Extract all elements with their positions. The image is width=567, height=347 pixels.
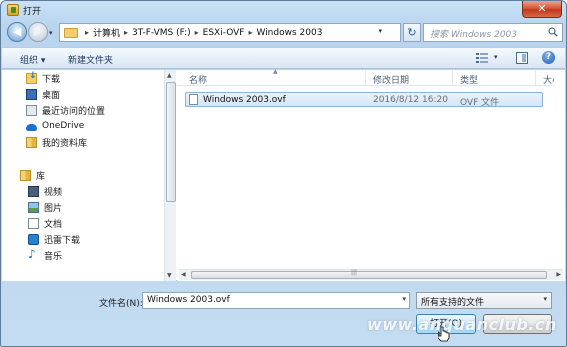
scrollbar-thumb[interactable] [191,271,547,279]
ovf-file-icon [189,94,198,105]
navigation-row: ◀ ▶ ▾ ▸ 计算机 ▸ 3T-F-VMS (F:) ▸ ESXi-OVF ▸… [5,21,564,45]
sidebar-item-label: 最近访问的位置 [42,106,106,117]
video-icon [28,185,39,197]
scroll-up-icon[interactable]: ▲ [167,72,172,79]
sort-ascending-icon: ▲ [273,68,278,75]
search-icon[interactable] [548,27,558,37]
breadcrumb-drive[interactable]: 3T-F-VMS (F:) [132,28,191,38]
file-list-vertical-scroll-area [554,70,565,269]
thunder-icon [28,233,39,245]
scrollbar-grip-icon: ||| [351,269,358,276]
breadcrumb-esxi-ovf[interactable]: ESXi-OVF [203,28,245,38]
open-file-dialog: 打开 ✕ ◀ ▶ ▾ ▸ 计算机 ▸ 3T-F-VMS (F:) ▸ ESXi-… [0,0,567,347]
sidebar-item-onedrive[interactable]: OneDrive [26,119,84,133]
window-title: 打开 [23,7,42,17]
sidebar-item-thunder-downloads[interactable]: 迅雷下载 [28,232,80,246]
view-dropdown-icon[interactable]: ▾ [494,53,498,61]
sidebar-item-downloads[interactable]: 下载 [26,71,60,85]
address-dropdown-icon[interactable]: ▾ [378,27,382,35]
file-type-dropdown-icon[interactable]: ▾ [543,295,547,303]
column-divider[interactable] [365,70,366,86]
file-type-value: 所有支持的文件 [421,298,485,308]
sidebar-item-label: 我的资料库 [42,138,88,149]
sidebar-item-videos[interactable]: 视频 [28,184,62,198]
sidebar-item-libraries[interactable]: 库 [20,168,45,182]
download-icon [26,71,37,84]
chevron-right-icon[interactable]: ▸ [195,28,199,37]
search-input[interactable]: 搜索 Windows 2003 [423,23,563,42]
sidebar-item-label: 图片 [44,203,63,214]
sidebar-item-desktop[interactable]: 桌面 [26,87,60,101]
music-icon [28,247,39,261]
file-date: 2016/8/12 16:20 [373,95,448,105]
libraries-icon [20,169,31,181]
chevron-right-icon[interactable]: ▸ [248,28,252,37]
sidebar-item-my-library[interactable]: 我的资料库 [26,135,87,149]
column-divider[interactable] [452,70,453,86]
chevron-right-icon[interactable]: ▸ [85,28,89,37]
picture-icon [28,201,39,213]
scroll-left-icon[interactable]: ◀ [181,271,186,278]
library-icon [26,136,37,148]
sidebar-item-label: 文档 [44,219,63,230]
column-header-name[interactable]: 名称 [189,73,207,86]
file-list-pane: ▲ 名称 修改日期 类型 大小 Windows 2003.ovf 2016/8/… [177,68,565,281]
main-area: 下载 桌面 最近访问的位置 OneDrive 我的资料库 库 [2,68,565,281]
desktop-icon [26,88,37,100]
sidebar-item-pictures[interactable]: 图片 [28,200,62,214]
recent-places-icon [26,104,37,116]
sidebar-item-music[interactable]: 音乐 [28,247,63,262]
sidebar-item-label: 视频 [44,187,63,198]
organize-menu[interactable]: 组织 ▾ [20,53,45,66]
table-row[interactable]: Windows 2003.ovf 2016/8/12 16:20 OVF 文件 [185,92,543,108]
navigation-pane-scrollbar[interactable]: ▲ ▼ [164,70,176,281]
sidebar-item-label: 音乐 [44,251,63,262]
sidebar-item-recent-places[interactable]: 最近访问的位置 [26,103,105,117]
file-name: Windows 2003.ovf [203,95,286,105]
filename-input[interactable]: Windows 2003.ovf ▾ [142,292,410,309]
search-placeholder: 搜索 Windows 2003 [430,30,517,40]
back-button[interactable]: ◀ [7,22,27,42]
preview-pane-icon[interactable] [516,52,528,64]
scroll-down-icon[interactable]: ▼ [167,272,172,279]
view-options-icon[interactable] [476,52,488,64]
column-header-date[interactable]: 修改日期 [373,73,409,86]
sidebar-item-label: 迅雷下载 [44,235,81,246]
column-header-type[interactable]: 类型 [460,73,478,86]
breadcrumb-computer[interactable]: 计算机 [93,26,120,39]
address-bar[interactable]: ▸ 计算机 ▸ 3T-F-VMS (F:) ▸ ESXi-OVF ▸ Windo… [59,23,401,42]
column-divider[interactable] [535,70,536,86]
help-icon[interactable]: ? [542,51,555,64]
title-bar[interactable]: 打开 ✕ [1,1,566,19]
navigation-pane: 下载 桌面 最近访问的位置 OneDrive 我的资料库 库 [2,70,164,281]
mouse-pointer-icon [438,326,450,342]
sidebar-item-label: 下载 [42,74,61,85]
breadcrumb-windows-2003[interactable]: Windows 2003 [256,28,322,38]
sidebar-item-label: 库 [36,171,46,182]
refresh-button[interactable]: ↻ [403,23,421,42]
sidebar-item-label: OneDrive [42,121,85,131]
folder-icon [64,27,78,38]
file-type: OVF 文件 [460,98,500,108]
cloud-icon [26,123,37,131]
recent-pages-dropdown-icon[interactable]: ▾ [49,29,53,37]
new-folder-button[interactable]: 新建文件夹 [68,53,113,66]
watermark: www.anquanclub.cn [367,315,557,334]
forward-button[interactable]: ▶ [28,22,48,42]
command-toolbar: 组织 ▾ 新建文件夹 ▾ ? [2,47,565,69]
app-icon [7,4,19,16]
sidebar-item-label: 桌面 [42,90,61,101]
close-button[interactable]: ✕ [522,1,562,18]
scroll-right-icon[interactable]: ▶ [556,271,561,278]
file-list-horizontal-scrollbar[interactable]: ◀ ||| ▶ [179,269,563,280]
chevron-right-icon[interactable]: ▸ [124,28,128,37]
document-icon [28,217,39,229]
file-type-select[interactable]: 所有支持的文件 ▾ [416,292,552,309]
scrollbar-thumb[interactable] [166,82,176,202]
filename-value: Windows 2003.ovf [147,295,230,305]
column-header-row: ▲ 名称 修改日期 类型 大小 [177,68,565,86]
filename-label: 文件名(N): [99,299,143,309]
filename-dropdown-icon[interactable]: ▾ [402,295,406,303]
sidebar-item-documents[interactable]: 文档 [28,216,62,230]
